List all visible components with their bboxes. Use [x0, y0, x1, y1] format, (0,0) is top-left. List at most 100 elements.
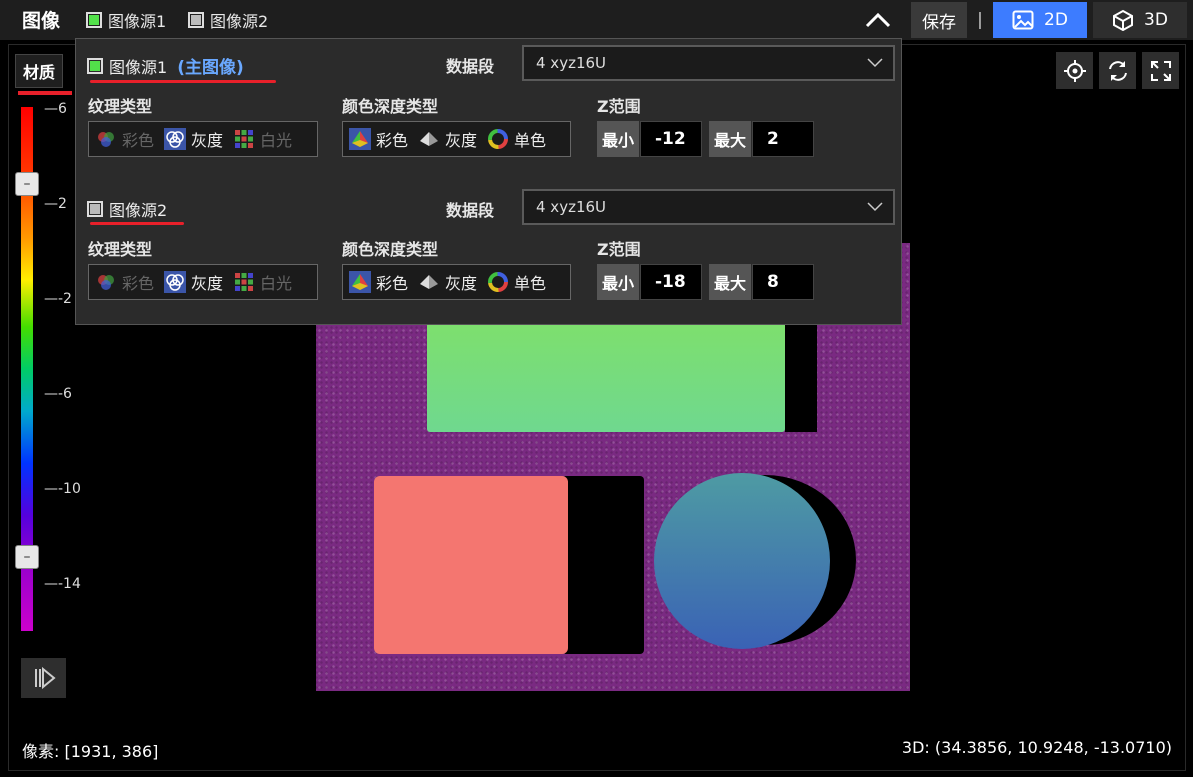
source1-underline [90, 80, 276, 83]
texture-options-1: 彩色 灰度 白光 [88, 121, 318, 157]
source2-checkbox[interactable] [188, 12, 204, 28]
z-max-label-2: 最大 [709, 264, 751, 300]
depth-gray-option[interactable]: 灰度 [418, 270, 477, 294]
depth-mono-option[interactable]: 单色 [487, 127, 546, 151]
rgb-circles-icon [98, 275, 114, 290]
gray-circles-icon [164, 128, 187, 150]
image-source-panel: 图像源1 (主图像) 数据段 4 xyz16U 纹理类型 彩色 灰度 白光 颜色… [75, 38, 902, 325]
color-pyramid-icon [349, 128, 371, 150]
texture-options-2: 彩色 灰度 白光 [88, 264, 318, 300]
z-min-label-2: 最小 [597, 264, 639, 300]
z-min-input-2[interactable]: -18 [640, 264, 702, 300]
z-max-input-2[interactable]: 8 [752, 264, 814, 300]
view-2d-button[interactable]: 2D [993, 2, 1087, 38]
red-block-shadow [562, 476, 644, 654]
view-3d-label: 3D [1144, 10, 1168, 30]
depth-color-option[interactable]: 彩色 [349, 127, 408, 151]
z-max-input-1[interactable]: 2 [752, 121, 814, 157]
image-icon [1012, 10, 1034, 30]
z-min-label-1: 最小 [597, 121, 639, 157]
refresh-icon [1108, 60, 1127, 81]
refresh-button[interactable] [1099, 52, 1136, 89]
data-segment-value-2: 4 xyz16U [536, 198, 607, 216]
colorbar-handle-top[interactable]: – [15, 172, 39, 196]
gray-pyramid-icon [420, 275, 439, 289]
colorbar-tick: —2 [44, 196, 67, 212]
texture-color-option[interactable]: 彩色 [95, 270, 154, 294]
source1-tab-label: 图像源1 [108, 12, 167, 31]
color-wheel-icon [488, 129, 509, 149]
material-marker [18, 91, 72, 95]
fullscreen-button[interactable] [1142, 52, 1179, 89]
gray-circles-icon [164, 271, 187, 293]
green-block-shadow [785, 319, 817, 432]
data-segment-label-1: 数据段 [446, 57, 495, 76]
depth-label-1: 颜色深度类型 [342, 97, 439, 116]
crosshair-icon [1063, 59, 1086, 82]
green-block [427, 313, 785, 432]
texture-label-2: 纹理类型 [88, 240, 153, 259]
texture-white-option[interactable]: 白光 [233, 127, 292, 151]
panel-title: 图像 [22, 10, 61, 32]
data-segment-select-1[interactable]: 4 xyz16U [522, 45, 895, 81]
data-segment-value-1: 4 xyz16U [536, 54, 607, 72]
chevron-down-icon [867, 202, 883, 212]
top-bar: 图像 图像源1 图像源2 保存 | 2D 3D [0, 0, 1193, 40]
depth-options-2: 彩色 灰度 单色 [342, 264, 571, 300]
view-3d-button[interactable]: 3D [1093, 2, 1187, 38]
play-step-icon [34, 666, 56, 690]
colorbar-tick: —-2 [44, 291, 72, 307]
source1-header[interactable]: 图像源1 (主图像) [87, 53, 244, 78]
locate-button[interactable] [1056, 52, 1093, 89]
primary-tag: (主图像) [177, 58, 244, 78]
collapse-button[interactable] [858, 2, 898, 38]
view-2d-label: 2D [1044, 10, 1068, 30]
color-pyramid-icon [349, 271, 371, 293]
cube-icon [1113, 9, 1134, 31]
texture-white-option[interactable]: 白光 [233, 270, 292, 294]
colorbar-tick: —-10 [44, 481, 81, 497]
z-range-label-2: Z范围 [597, 240, 641, 259]
z-range-label-1: Z范围 [597, 97, 641, 116]
source2-underline [90, 222, 184, 225]
depth-label-2: 颜色深度类型 [342, 240, 439, 259]
source2-panel-checkbox[interactable] [87, 201, 103, 217]
source1-toggle[interactable]: 图像源1 [86, 3, 166, 37]
save-button[interactable]: 保存 [911, 2, 967, 38]
depth-options-1: 彩色 灰度 单色 [342, 121, 571, 157]
data-segment-select-2[interactable]: 4 xyz16U [522, 189, 895, 225]
texture-gray-option[interactable]: 灰度 [164, 270, 223, 294]
toolbar-separator: | [977, 10, 983, 30]
texture-gray-option[interactable]: 灰度 [164, 127, 223, 151]
z-min-input-1[interactable]: -12 [640, 121, 702, 157]
colorbar-tick: —-14 [44, 576, 81, 592]
fullscreen-icon [1150, 60, 1171, 81]
depth-gray-option[interactable]: 灰度 [418, 127, 477, 151]
material-button[interactable]: 材质 [15, 54, 63, 88]
play-button[interactable] [21, 658, 66, 698]
depth-color-option[interactable]: 彩色 [349, 270, 408, 294]
texture-color-option[interactable]: 彩色 [95, 127, 154, 151]
depth-mono-option[interactable]: 单色 [487, 270, 546, 294]
colorbar-tick: —-6 [44, 386, 72, 402]
texture-label-1: 纹理类型 [88, 97, 153, 116]
grid-icon [235, 273, 254, 291]
coord3d-readout: 3D: (34.3856, 10.9248, -13.0710) [901, 738, 1172, 757]
colorbar-tick: —6 [44, 101, 67, 117]
source2-toggle[interactable]: 图像源2 [188, 3, 268, 37]
source2-header[interactable]: 图像源2 [87, 197, 167, 221]
red-block [374, 476, 568, 654]
source2-tab-label: 图像源2 [210, 12, 269, 31]
blue-disc [654, 473, 830, 649]
source2-panel-label: 图像源2 [109, 201, 168, 220]
source1-checkbox[interactable] [86, 12, 102, 28]
pixel-readout: 像素: [1931, 386] [22, 742, 159, 761]
z-max-label-1: 最大 [709, 121, 751, 157]
gray-pyramid-icon [420, 132, 439, 146]
rgb-circles-icon [98, 132, 114, 147]
chevron-down-icon [867, 58, 883, 68]
colorbar-handle-bottom[interactable]: – [15, 545, 39, 569]
data-segment-label-2: 数据段 [446, 201, 495, 220]
source1-panel-checkbox[interactable] [87, 57, 103, 74]
chevron-up-icon [865, 12, 891, 28]
